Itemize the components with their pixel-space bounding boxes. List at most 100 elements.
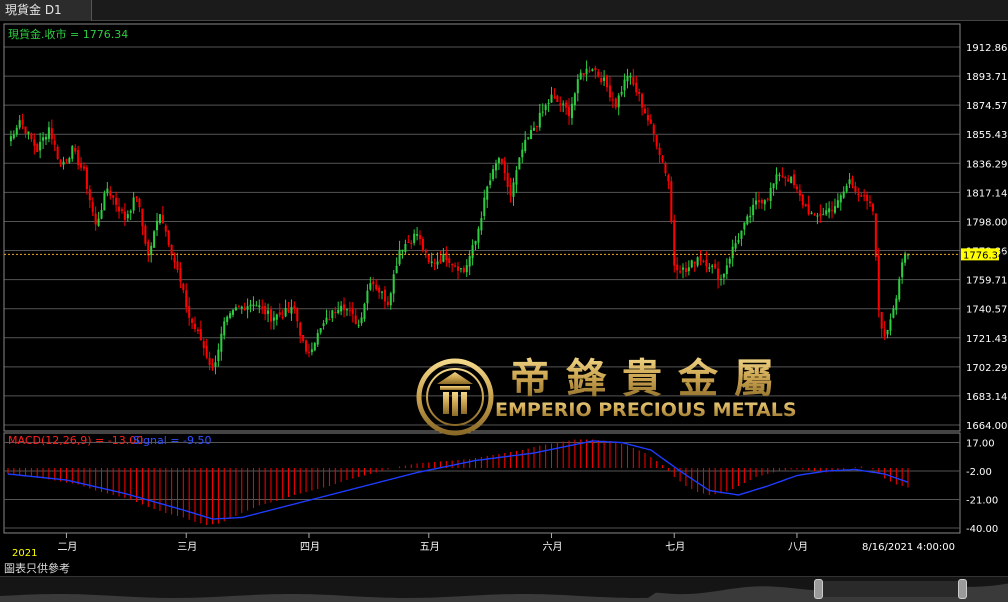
- candle-body: [681, 267, 685, 270]
- candle-body: [550, 94, 553, 103]
- candle-body: [354, 315, 357, 325]
- candle-body: [398, 249, 401, 265]
- candle-body: [100, 210, 103, 219]
- candle-body: [50, 128, 53, 140]
- last-price-label: 1776.34: [963, 250, 1004, 261]
- candle-body: [752, 204, 755, 216]
- candle-body: [272, 317, 275, 321]
- candle-body: [620, 91, 623, 95]
- candle-body: [430, 261, 433, 264]
- candle-body: [757, 200, 760, 203]
- candle-body: [39, 141, 42, 151]
- candle-body: [416, 234, 419, 236]
- candle-body: [80, 163, 83, 168]
- candle-body: [553, 96, 556, 98]
- candle-body: [109, 190, 112, 196]
- candle-body: [375, 284, 378, 290]
- candle-body: [714, 263, 717, 269]
- tab-bar: 現貨金 D1: [0, 0, 1008, 21]
- candle-body: [810, 212, 813, 214]
- candle-body: [591, 69, 594, 72]
- candle-body: [655, 135, 658, 147]
- candle-body: [345, 309, 348, 311]
- candle-body: [191, 318, 194, 323]
- candle-body: [179, 268, 182, 282]
- candle-body: [85, 167, 88, 189]
- candle-body: [474, 240, 477, 245]
- candle-body: [427, 254, 430, 263]
- candle-body: [515, 170, 518, 185]
- candle-body: [372, 281, 375, 285]
- price-tick-2: 1874.57: [966, 101, 1007, 112]
- candle-body: [734, 243, 737, 249]
- candle-body: [30, 133, 33, 140]
- candle-body: [275, 314, 278, 320]
- scroll-window[interactable]: [823, 581, 958, 597]
- candle-body: [74, 147, 77, 152]
- candle-body: [59, 159, 62, 165]
- candle-body: [255, 305, 258, 307]
- candle-body: [21, 119, 24, 125]
- main-grid: [4, 46, 960, 426]
- candle-body: [579, 72, 582, 80]
- candle-body: [509, 185, 512, 196]
- candle-body: [848, 179, 851, 184]
- candle-body: [749, 215, 752, 218]
- month-label-2: 四月: [300, 541, 320, 553]
- candle-body: [293, 305, 296, 309]
- candle-body: [106, 188, 109, 194]
- history-scrollbar[interactable]: [0, 576, 1008, 602]
- candle-body: [296, 307, 299, 322]
- candle-body: [860, 195, 863, 197]
- candle-body: [229, 313, 232, 318]
- price-tick-8: 1759.71: [966, 276, 1007, 287]
- candle-body: [617, 95, 620, 108]
- macd-panel-frame: [3, 432, 961, 534]
- candle-body: [833, 206, 836, 213]
- candle-body: [42, 137, 45, 141]
- price-tick-0: 1912.86: [966, 43, 1007, 54]
- candle-body: [518, 157, 521, 170]
- candle-body: [173, 257, 176, 263]
- candle-body: [389, 293, 392, 306]
- candle-body: [451, 264, 454, 266]
- candle-body: [787, 178, 790, 182]
- candle-body: [740, 230, 743, 239]
- scroll-handle-right[interactable]: [958, 579, 967, 599]
- candle-body: [477, 228, 480, 243]
- candle-body: [883, 329, 886, 337]
- candle-body: [819, 213, 822, 217]
- candle-body: [886, 329, 889, 335]
- price-tick-10: 1721.43: [966, 334, 1007, 345]
- candle-body: [901, 262, 904, 278]
- price-tick-4: 1836.29: [966, 159, 1007, 170]
- month-label-4: 六月: [543, 541, 563, 553]
- month-label-5: 七月: [665, 541, 685, 553]
- candle-body: [158, 214, 161, 224]
- candle-body: [836, 200, 839, 208]
- candle-body: [524, 139, 527, 152]
- candle-body: [188, 306, 191, 318]
- candle-body: [743, 222, 746, 230]
- candle-body: [328, 319, 331, 321]
- candle-body: [585, 68, 588, 74]
- candle-body: [497, 158, 500, 164]
- price-tick-13: 1664.00: [966, 421, 1007, 432]
- candle-body: [269, 309, 273, 322]
- candle-body: [766, 198, 769, 200]
- candle-body: [214, 362, 217, 367]
- candle-body: [684, 268, 687, 272]
- candle-body: [208, 357, 211, 366]
- candle-body: [150, 245, 153, 255]
- candle-body: [103, 193, 106, 211]
- candle-body: [541, 111, 544, 113]
- macd-label: MACD(12,26,9) = -13.00: [8, 434, 143, 447]
- candle-body: [442, 254, 445, 262]
- tab-gold-d1[interactable]: 現貨金 D1: [0, 0, 92, 21]
- candle-body: [568, 106, 571, 117]
- candle-body: [790, 176, 793, 184]
- candle-body: [243, 307, 246, 311]
- scroll-handle-left[interactable]: [814, 579, 823, 599]
- candle-body: [822, 214, 825, 216]
- macd-tick-1: -2.00: [966, 467, 992, 478]
